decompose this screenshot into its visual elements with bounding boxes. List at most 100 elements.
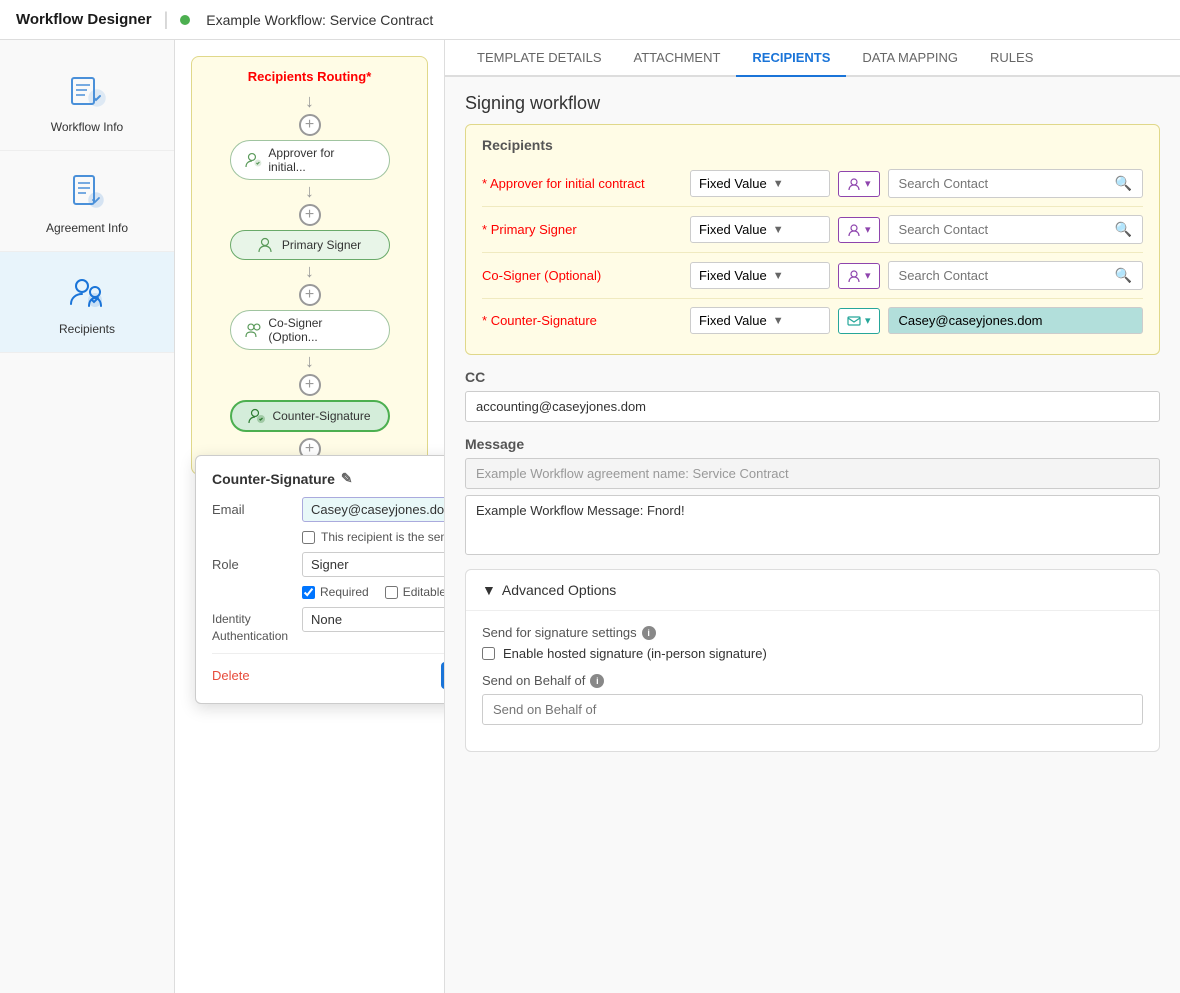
popup-sender-row: This recipient is the sender — [302, 530, 445, 544]
approver-search-icon: 🔍 — [1115, 175, 1132, 192]
counter-sig-dropdown[interactable]: Fixed Value ▼ — [690, 307, 830, 334]
popup-ok-button[interactable]: OK — [441, 662, 445, 689]
right-content: Signing workflow Recipients * Approver f… — [445, 77, 1180, 993]
popup-editable-item: Editable — [385, 585, 445, 599]
counter-sig-email-input[interactable] — [899, 313, 1132, 328]
popup-required-checkbox[interactable] — [302, 586, 315, 599]
co-signer-search-field[interactable]: 🔍 — [888, 261, 1143, 290]
popup-title: Counter-Signature ✎ — [212, 470, 445, 487]
adv-hosted-sig-row: Enable hosted signature (in-person signa… — [482, 646, 1143, 661]
counter-sig-icon-btn[interactable]: ▾ — [838, 308, 880, 334]
primary-signer-search-input[interactable] — [899, 222, 1109, 237]
popup-required-label: Required — [320, 585, 369, 599]
recipients-box: Recipients * Approver for initial contra… — [465, 124, 1160, 355]
primary-signer-chevron: ▾ — [865, 223, 871, 236]
recipient-row-primary-signer: * Primary Signer Fixed Value ▼ ▾ — [482, 207, 1143, 253]
popup-footer: Delete OK — [212, 653, 445, 689]
counter-sig-email-field[interactable] — [888, 307, 1143, 334]
workflow-info-icon — [63, 66, 111, 114]
send-signature-info-icon: i — [642, 626, 656, 640]
node-co-signer[interactable]: Co-Signer (Option... — [230, 310, 390, 350]
routing-box: Recipients Routing* ↓ + Approver for ini… — [191, 56, 428, 475]
co-signer-icon — [245, 321, 263, 339]
approver-dropdown-arrow: ▼ — [773, 178, 784, 190]
popup-sender-checkbox[interactable] — [302, 531, 315, 544]
popup-required-item: Required — [302, 585, 369, 599]
co-signer-arrow: ▼ — [773, 270, 784, 282]
right-panel: TEMPLATE DETAILS ATTACHMENT RECIPIENTS D… — [445, 40, 1180, 993]
counter-sig-arrow: ▼ — [773, 315, 784, 327]
approver-label: * Approver for initial contract — [482, 176, 682, 191]
message-body-field[interactable]: Example Workflow Message: Fnord! — [465, 495, 1160, 555]
popup-identity-row: Identity Authentication — [212, 607, 445, 645]
node-approver[interactable]: Approver for initial... — [230, 140, 390, 180]
counter-sig-row-label: * Counter-Signature — [482, 313, 682, 328]
popup-editable-label: Editable — [403, 585, 445, 599]
popup-edit-icon[interactable]: ✎ — [341, 470, 353, 487]
primary-signer-search-field[interactable]: 🔍 — [888, 215, 1143, 244]
advanced-header[interactable]: ▼ Advanced Options — [466, 570, 1159, 611]
primary-signer-search-icon: 🔍 — [1115, 221, 1132, 238]
arrow-down-1: ↓ — [305, 92, 314, 110]
popup-email-row: Email — [212, 497, 445, 522]
approver-icon-btn[interactable]: ▾ — [838, 171, 880, 197]
routing-title: Recipients Routing* — [248, 69, 372, 84]
adv-send-signature-label: Send for signature settings i — [482, 625, 1143, 640]
cc-value: accounting@caseyjones.dom — [465, 391, 1160, 422]
sidebar-item-workflow-info[interactable]: Workflow Info — [0, 50, 174, 151]
add-node-1[interactable]: + — [299, 114, 321, 136]
arrow-down-2: ↓ — [305, 182, 314, 200]
message-section: Message Example Workflow agreement name:… — [465, 436, 1160, 555]
tab-recipients[interactable]: RECIPIENTS — [736, 40, 846, 77]
popup-editable-checkbox[interactable] — [385, 586, 398, 599]
sidebar-item-recipients[interactable]: Recipients — [0, 252, 174, 353]
recipients-header: Recipients — [482, 137, 1143, 153]
hosted-signature-checkbox[interactable] — [482, 647, 495, 660]
co-signer-dropdown[interactable]: Fixed Value ▼ — [690, 262, 830, 289]
approver-dropdown[interactable]: Fixed Value ▼ — [690, 170, 830, 197]
approver-search-field[interactable]: 🔍 — [888, 169, 1143, 198]
co-signer-search-input[interactable] — [899, 268, 1109, 283]
popup-sender-label: This recipient is the sender — [321, 530, 445, 544]
tab-template-details[interactable]: TEMPLATE DETAILS — [461, 40, 618, 77]
primary-signer-dropdown[interactable]: Fixed Value ▼ — [690, 216, 830, 243]
counter-signature-popup: Counter-Signature ✎ Email This recipient… — [195, 455, 445, 704]
cc-label: CC — [465, 369, 1160, 385]
primary-signer-arrow: ▼ — [773, 224, 784, 236]
co-signer-icon-btn[interactable]: ▾ — [838, 263, 880, 289]
popup-email-input[interactable] — [302, 497, 445, 522]
node-approver-label: Approver for initial... — [268, 146, 374, 174]
popup-role-row: Role — [212, 552, 445, 577]
tab-rules[interactable]: RULES — [974, 40, 1049, 77]
tab-data-mapping[interactable]: DATA MAPPING — [846, 40, 974, 77]
approver-search-input[interactable] — [899, 176, 1109, 191]
app-title: Workflow Designer — [16, 11, 152, 28]
counter-sig-node-icon — [248, 407, 266, 425]
send-behalf-info-icon: i — [590, 674, 604, 688]
popup-delete-link[interactable]: Delete — [212, 668, 250, 683]
advanced-chevron-icon: ▼ — [482, 582, 496, 598]
tab-attachment[interactable]: ATTACHMENT — [618, 40, 737, 77]
send-behalf-input[interactable] — [482, 694, 1143, 725]
node-counter-signature[interactable]: Counter-Signature — [230, 400, 390, 432]
approver-chevron: ▾ — [865, 177, 871, 190]
add-node-3[interactable]: + — [299, 284, 321, 306]
add-node-2[interactable]: + — [299, 204, 321, 226]
recipient-row-counter-sig: * Counter-Signature Fixed Value ▼ ▾ — [482, 299, 1143, 342]
tabs-bar: TEMPLATE DETAILS ATTACHMENT RECIPIENTS D… — [445, 40, 1180, 77]
popup-identity-input[interactable] — [302, 607, 445, 632]
add-node-4[interactable]: + — [299, 374, 321, 396]
node-primary-label: Primary Signer — [282, 238, 361, 252]
sidebar: Workflow Info Agreement Info — [0, 40, 175, 993]
recipient-row-approver: * Approver for initial contract Fixed Va… — [482, 161, 1143, 207]
primary-signer-icon — [258, 236, 276, 254]
person-icon-3 — [847, 269, 861, 283]
person-icon-2 — [847, 223, 861, 237]
primary-signer-icon-btn[interactable]: ▾ — [838, 217, 880, 243]
advanced-header-label: Advanced Options — [502, 582, 616, 598]
popup-role-input[interactable] — [302, 552, 445, 577]
node-primary-signer[interactable]: Primary Signer — [230, 230, 390, 260]
top-bar: Workflow Designer | Example Workflow: Se… — [0, 0, 1180, 40]
sidebar-item-agreement-info[interactable]: Agreement Info — [0, 151, 174, 252]
person-icon — [847, 177, 861, 191]
